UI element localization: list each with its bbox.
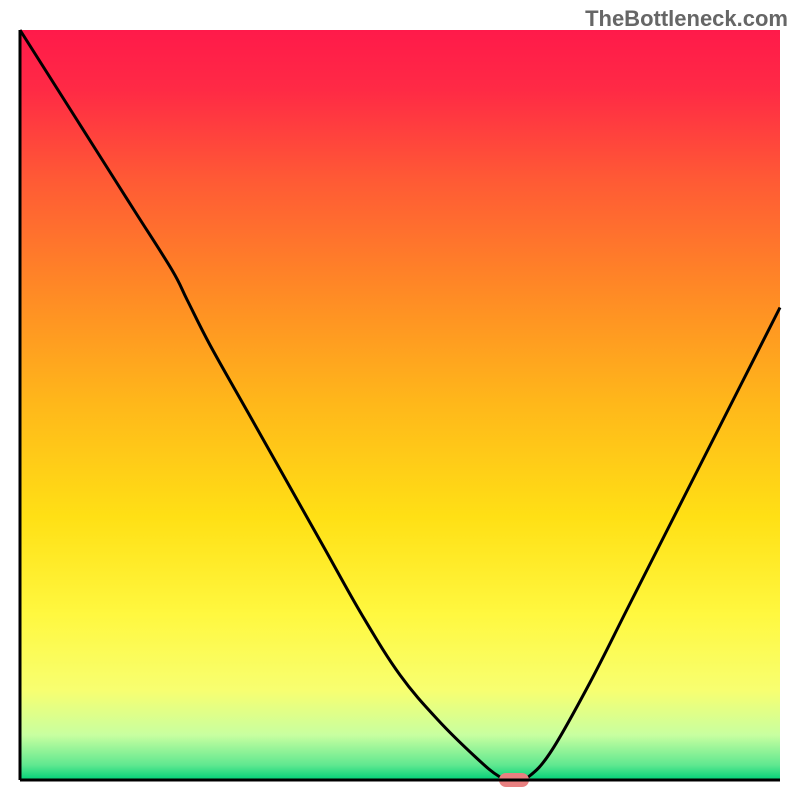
bottleneck-chart: TheBottleneck.com xyxy=(0,0,800,800)
watermark-text: TheBottleneck.com xyxy=(585,6,788,32)
chart-svg xyxy=(0,0,800,800)
gradient-background xyxy=(20,30,780,780)
